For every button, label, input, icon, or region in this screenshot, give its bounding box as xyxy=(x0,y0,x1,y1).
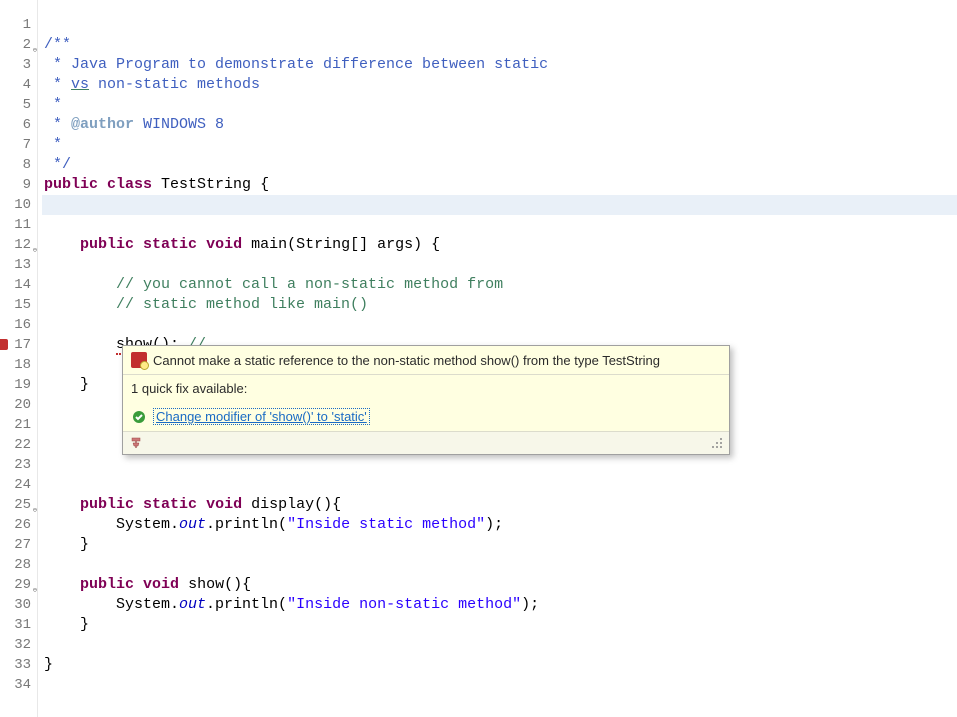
resize-grip-icon[interactable] xyxy=(711,437,723,449)
error-tooltip-popup: Cannot make a static reference to the no… xyxy=(122,345,730,455)
code-line[interactable] xyxy=(42,555,957,575)
line-number: 18 xyxy=(0,355,31,375)
line-number: 34 xyxy=(0,675,31,695)
line-number: 12⊖ xyxy=(0,235,31,255)
line-number: 31 xyxy=(0,615,31,635)
line-number: 23 xyxy=(0,455,31,475)
code-line[interactable] xyxy=(42,255,957,275)
code-line[interactable]: // static method like main() xyxy=(42,295,957,315)
line-number: 19 xyxy=(0,375,31,395)
line-number: 20 xyxy=(0,395,31,415)
code-line[interactable] xyxy=(42,475,957,495)
line-number: 14 xyxy=(0,275,31,295)
line-number: 25⊖ xyxy=(0,495,31,515)
code-line[interactable]: public class TestString { xyxy=(42,175,957,195)
line-number: 8 xyxy=(0,155,31,175)
code-line[interactable] xyxy=(42,455,957,475)
code-line[interactable]: * @author WINDOWS 8 xyxy=(42,115,957,135)
code-line[interactable]: * xyxy=(42,95,957,115)
line-number: 16 xyxy=(0,315,31,335)
line-number: 29⊖ xyxy=(0,575,31,595)
tooltip-quickfix-header-row: 1 quick fix available: xyxy=(123,374,729,402)
code-line[interactable] xyxy=(42,195,957,215)
line-number: 9 xyxy=(0,175,31,195)
line-number: 2⊖ xyxy=(0,35,31,55)
tooltip-footer xyxy=(123,431,729,454)
code-line[interactable] xyxy=(42,635,957,655)
line-number: 17 xyxy=(0,335,31,355)
line-number: 28 xyxy=(0,555,31,575)
line-number: 30 xyxy=(0,595,31,615)
code-line[interactable]: System.out.println("Inside non-static me… xyxy=(42,595,957,615)
change-modifier-icon xyxy=(131,409,147,425)
line-number: 7 xyxy=(0,135,31,155)
code-line[interactable]: System.out.println("Inside static method… xyxy=(42,515,957,535)
line-number-gutter: 12⊖3456789101112⊖13141516171819202122232… xyxy=(0,0,38,717)
line-number: 1 xyxy=(0,15,31,35)
code-line[interactable] xyxy=(42,315,957,335)
line-number: 22 xyxy=(0,435,31,455)
line-number: 6 xyxy=(0,115,31,135)
line-number: 13 xyxy=(0,255,31,275)
line-number: 27 xyxy=(0,535,31,555)
line-number: 24 xyxy=(0,475,31,495)
code-line[interactable]: * Java Program to demonstrate difference… xyxy=(42,55,957,75)
line-number: 32 xyxy=(0,635,31,655)
line-number: 3 xyxy=(0,55,31,75)
error-lightbulb-icon xyxy=(131,352,147,368)
code-line[interactable]: } xyxy=(42,655,957,675)
pin-icon[interactable] xyxy=(129,436,143,450)
code-line[interactable]: * vs non-static methods xyxy=(42,75,957,95)
tooltip-quickfix-header: 1 quick fix available: xyxy=(131,381,247,396)
fold-collapse-icon[interactable]: ⊖ xyxy=(28,241,37,250)
fold-collapse-icon[interactable]: ⊖ xyxy=(28,41,37,50)
code-line[interactable] xyxy=(42,675,957,695)
line-number: 5 xyxy=(0,95,31,115)
line-number: 33 xyxy=(0,655,31,675)
code-line[interactable] xyxy=(42,215,957,235)
code-line[interactable]: } xyxy=(42,615,957,635)
code-line[interactable]: public void show(){ xyxy=(42,575,957,595)
line-number: 10 xyxy=(0,195,31,215)
line-number: 4 xyxy=(0,75,31,95)
fold-collapse-icon[interactable]: ⊖ xyxy=(28,501,37,510)
code-line[interactable]: public static void display(){ xyxy=(42,495,957,515)
tooltip-quickfix-row[interactable]: Change modifier of 'show()' to 'static' xyxy=(123,402,729,431)
fold-collapse-icon[interactable]: ⊖ xyxy=(28,581,37,590)
tooltip-error-message: Cannot make a static reference to the no… xyxy=(153,353,660,368)
code-line[interactable]: * xyxy=(42,135,957,155)
code-line[interactable]: */ xyxy=(42,155,957,175)
line-number: 26 xyxy=(0,515,31,535)
line-number: 11 xyxy=(0,215,31,235)
line-number: 21 xyxy=(0,415,31,435)
tooltip-error-row: Cannot make a static reference to the no… xyxy=(123,346,729,374)
quickfix-link[interactable]: Change modifier of 'show()' to 'static' xyxy=(153,408,370,425)
code-line[interactable]: /** xyxy=(42,35,957,55)
code-line[interactable] xyxy=(42,15,957,35)
code-line[interactable]: public static void main(String[] args) { xyxy=(42,235,957,255)
error-marker-icon[interactable] xyxy=(0,339,8,350)
line-number: 15 xyxy=(0,295,31,315)
code-line[interactable]: // you cannot call a non-static method f… xyxy=(42,275,957,295)
code-line[interactable]: } xyxy=(42,535,957,555)
